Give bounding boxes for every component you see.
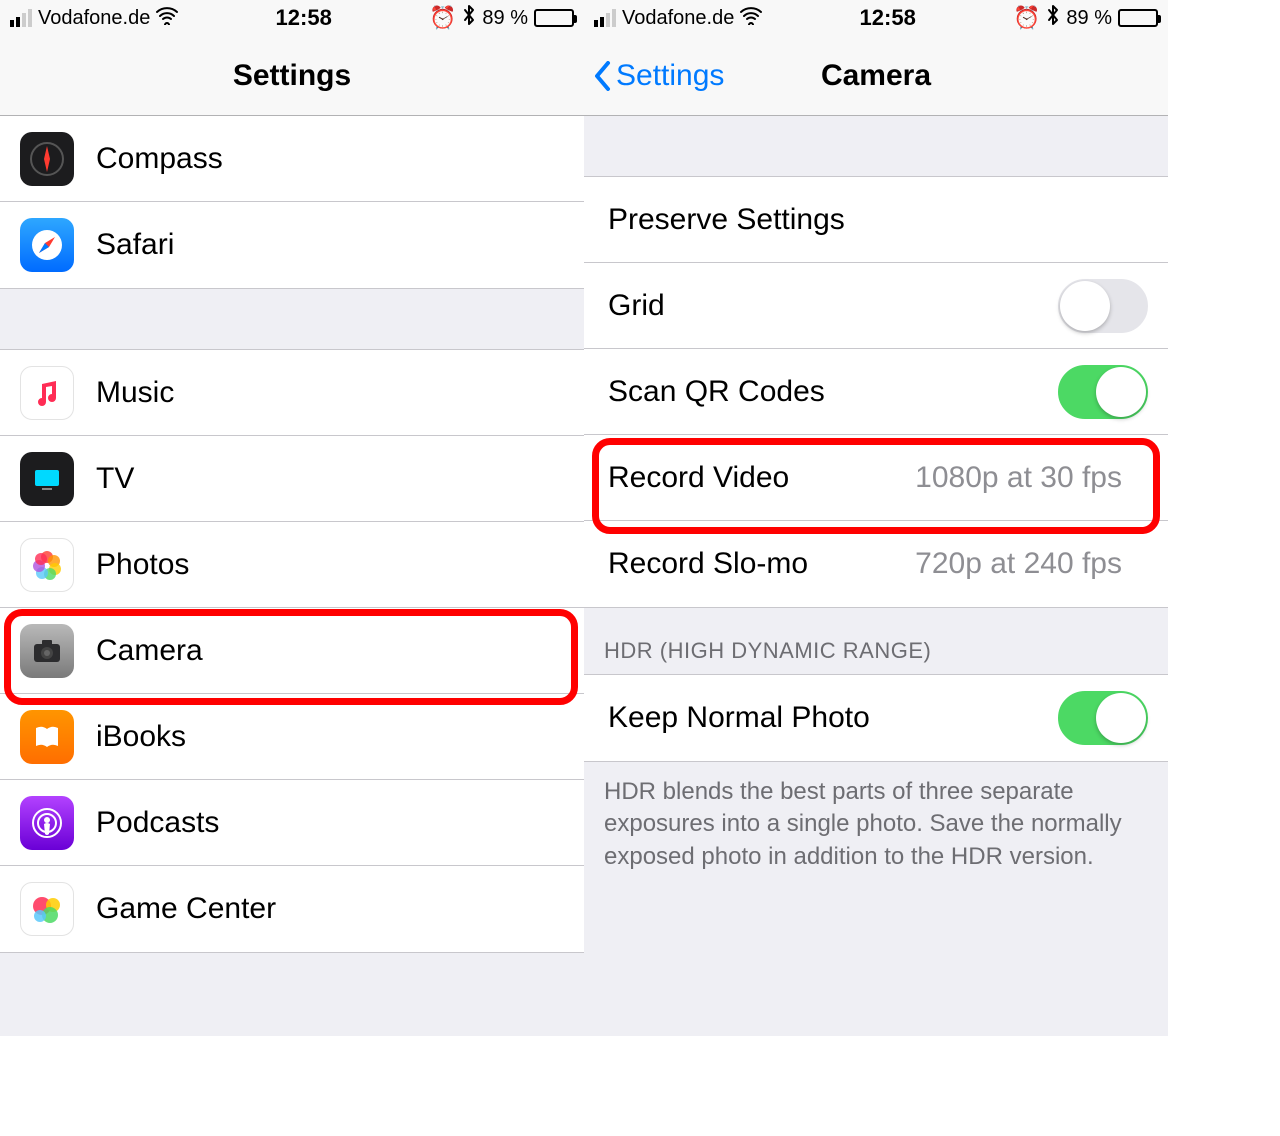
battery-percent: 89 % bbox=[1066, 7, 1112, 30]
row-preserve-settings[interactable]: Preserve Settings bbox=[584, 177, 1168, 263]
hdr-section-footer: HDR blends the best parts of three separ… bbox=[584, 762, 1168, 893]
battery-icon bbox=[1118, 9, 1158, 27]
back-button[interactable]: Settings bbox=[594, 59, 724, 93]
settings-row-photos[interactable]: Photos bbox=[0, 522, 584, 608]
battery-icon bbox=[534, 9, 574, 27]
settings-row-ibooks[interactable]: iBooks bbox=[0, 694, 584, 780]
settings-row-compass[interactable]: Compass bbox=[0, 116, 584, 202]
tv-icon bbox=[20, 452, 74, 506]
chevron-right-icon bbox=[550, 553, 564, 577]
alarm-icon: ⏰ bbox=[429, 5, 456, 31]
safari-icon bbox=[20, 218, 74, 272]
nav-bar: Settings bbox=[0, 36, 584, 116]
row-grid[interactable]: Grid bbox=[584, 263, 1168, 349]
row-record-slomo[interactable]: Record Slo-mo 720p at 240 fps bbox=[584, 521, 1168, 607]
chevron-right-icon bbox=[550, 233, 564, 257]
settings-row-tv[interactable]: TV bbox=[0, 436, 584, 522]
photos-icon bbox=[20, 538, 74, 592]
settings-row-gamecenter[interactable]: Game Center bbox=[0, 866, 584, 952]
row-label: Keep Normal Photo bbox=[608, 701, 1058, 735]
row-label: Compass bbox=[96, 142, 550, 176]
status-time: 12:58 bbox=[276, 5, 332, 31]
row-label: iBooks bbox=[96, 720, 550, 754]
scan-qr-toggle[interactable] bbox=[1058, 365, 1148, 419]
chevron-right-icon bbox=[550, 639, 564, 663]
row-detail: 1080p at 30 fps bbox=[915, 461, 1122, 495]
chevron-right-icon bbox=[550, 897, 564, 921]
grid-toggle[interactable] bbox=[1058, 279, 1148, 333]
chevron-right-icon bbox=[550, 725, 564, 749]
settings-row-podcasts[interactable]: Podcasts bbox=[0, 780, 584, 866]
row-label: Photos bbox=[96, 548, 550, 582]
compass-icon bbox=[20, 132, 74, 186]
row-keep-normal-photo[interactable]: Keep Normal Photo bbox=[584, 675, 1168, 761]
settings-screen: Vodafone.de 12:58 ⏰ 89 % Settings Compas… bbox=[0, 0, 584, 1036]
row-scan-qr[interactable]: Scan QR Codes bbox=[584, 349, 1168, 435]
camera-icon bbox=[20, 624, 74, 678]
row-label: Safari bbox=[96, 228, 550, 262]
hdr-section-header: HDR (HIGH DYNAMIC RANGE) bbox=[584, 608, 1168, 674]
settings-row-music[interactable]: Music bbox=[0, 350, 584, 436]
chevron-right-icon bbox=[550, 811, 564, 835]
row-record-video[interactable]: Record Video 1080p at 30 fps bbox=[584, 435, 1168, 521]
chevron-right-icon bbox=[550, 381, 564, 405]
alarm-icon: ⏰ bbox=[1013, 5, 1040, 31]
gamecenter-icon bbox=[20, 882, 74, 936]
carrier-label: Vodafone.de bbox=[38, 7, 150, 30]
status-time: 12:58 bbox=[860, 5, 916, 31]
settings-row-camera[interactable]: Camera bbox=[0, 608, 584, 694]
signal-icon bbox=[10, 9, 32, 27]
bluetooth-icon bbox=[462, 4, 476, 32]
nav-bar: Settings Camera bbox=[584, 36, 1168, 116]
music-icon bbox=[20, 366, 74, 420]
row-label: TV bbox=[96, 462, 550, 496]
chevron-right-icon bbox=[550, 147, 564, 171]
row-label: Podcasts bbox=[96, 806, 550, 840]
keep-normal-toggle[interactable] bbox=[1058, 691, 1148, 745]
carrier-label: Vodafone.de bbox=[622, 7, 734, 30]
settings-row-safari[interactable]: Safari bbox=[0, 202, 584, 288]
camera-settings-list[interactable]: Preserve Settings Grid Scan QR Codes Rec… bbox=[584, 116, 1168, 893]
row-label: Record Video bbox=[608, 461, 915, 495]
ibooks-icon bbox=[20, 710, 74, 764]
row-label: Grid bbox=[608, 289, 1058, 323]
back-label: Settings bbox=[616, 59, 724, 93]
row-label: Camera bbox=[96, 634, 550, 668]
row-label: Scan QR Codes bbox=[608, 375, 1058, 409]
camera-settings-screen: Vodafone.de 12:58 ⏰ 89 % Settings Camera… bbox=[584, 0, 1168, 1036]
row-label: Preserve Settings bbox=[608, 203, 1134, 237]
status-bar: Vodafone.de 12:58 ⏰ 89 % bbox=[0, 0, 584, 36]
status-bar: Vodafone.de 12:58 ⏰ 89 % bbox=[584, 0, 1168, 36]
bluetooth-icon bbox=[1046, 4, 1060, 32]
wifi-icon bbox=[740, 5, 762, 31]
page-title: Camera bbox=[821, 59, 931, 93]
chevron-right-icon bbox=[1134, 466, 1148, 490]
row-label: Game Center bbox=[96, 892, 550, 926]
podcasts-icon bbox=[20, 796, 74, 850]
signal-icon bbox=[594, 9, 616, 27]
settings-list[interactable]: Compass Safari Music bbox=[0, 116, 584, 1003]
row-label: Music bbox=[96, 376, 550, 410]
page-title: Settings bbox=[233, 59, 351, 93]
row-detail: 720p at 240 fps bbox=[915, 547, 1122, 581]
chevron-right-icon bbox=[550, 467, 564, 491]
wifi-icon bbox=[156, 5, 178, 31]
row-label: Record Slo-mo bbox=[608, 547, 915, 581]
chevron-right-icon bbox=[1134, 552, 1148, 576]
battery-percent: 89 % bbox=[482, 7, 528, 30]
chevron-right-icon bbox=[1134, 208, 1148, 232]
